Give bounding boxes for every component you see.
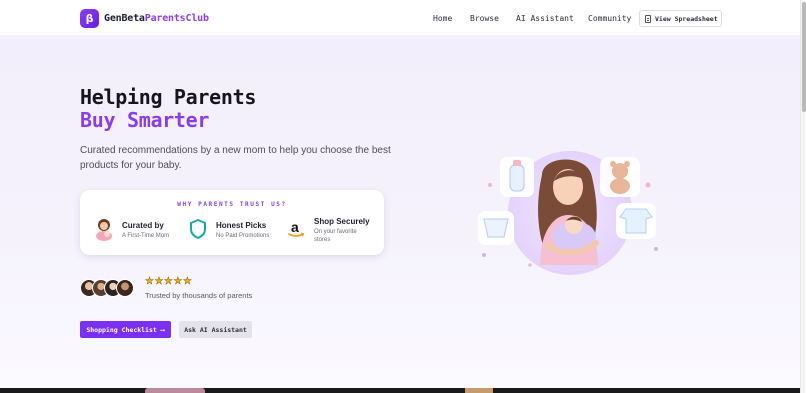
mom-and-baby-illustration	[470, 145, 665, 285]
shield-icon	[187, 217, 209, 241]
svg-text:a: a	[291, 219, 299, 235]
next-section-image	[465, 388, 493, 393]
next-section-image	[145, 388, 205, 393]
nav-community[interactable]: Community	[588, 14, 631, 23]
rating-stars: ★★★★★	[145, 276, 193, 287]
scrollbar-thumb[interactable]	[802, 2, 806, 112]
trust-item-title: Curated by	[122, 221, 164, 230]
trust-item-subtitle: No Paid Promotions	[216, 233, 270, 239]
shopping-checklist-button[interactable]: Shopping Checklist ⟶	[80, 321, 171, 338]
trust-card: WHY PARENTS TRUST US? Curated by A First…	[80, 190, 384, 255]
hero-title-line1: Helping Parents	[80, 85, 257, 109]
trust-card-title: WHY PARENTS TRUST US?	[177, 201, 287, 208]
trust-item-subtitle: On your favorite stores	[314, 229, 357, 243]
parent-avatars	[80, 279, 134, 297]
brand-name: GenBetaParentsClub	[104, 13, 209, 24]
view-spreadsheet-button[interactable]: View Spreadsheet	[639, 10, 722, 27]
top-navbar: β GenBetaParentsClub Home Browse AI Assi…	[0, 0, 800, 36]
trust-item-shop: a Shop Securely On your favorite stores	[285, 217, 372, 244]
nav-home[interactable]: Home	[433, 14, 452, 23]
trust-item-subtitle: A First-Time Mom	[122, 233, 170, 239]
hero-subtitle: Curated recommendations by a new mom to …	[80, 145, 391, 171]
brand-logo[interactable]: β GenBetaParentsClub	[80, 9, 209, 28]
beta-logo-icon: β	[80, 9, 99, 28]
hero-title-line2: Buy Smarter	[80, 108, 210, 132]
view-spreadsheet-label: View Spreadsheet	[655, 14, 718, 23]
trust-item-curated: Curated by A First-Time Mom	[93, 217, 169, 241]
next-section-edge	[0, 388, 800, 393]
nav-ai-assistant[interactable]: AI Assistant	[516, 14, 574, 23]
trust-item-title: Shop Securely	[314, 217, 370, 226]
mom-avatar-icon	[93, 217, 115, 241]
spreadsheet-icon	[645, 14, 651, 23]
avatar	[116, 279, 134, 297]
trusted-by-text: Trusted by thousands of parents	[145, 291, 253, 300]
amazon-logo-icon: a	[285, 217, 307, 241]
ask-ai-assistant-button[interactable]: Ask AI Assistant	[179, 321, 252, 338]
nav-browse[interactable]: Browse	[470, 14, 499, 23]
trust-item-title: Honest Picks	[216, 221, 267, 230]
trust-item-honest: Honest Picks No Paid Promotions	[187, 217, 269, 241]
vertical-scrollbar[interactable]	[800, 0, 806, 393]
